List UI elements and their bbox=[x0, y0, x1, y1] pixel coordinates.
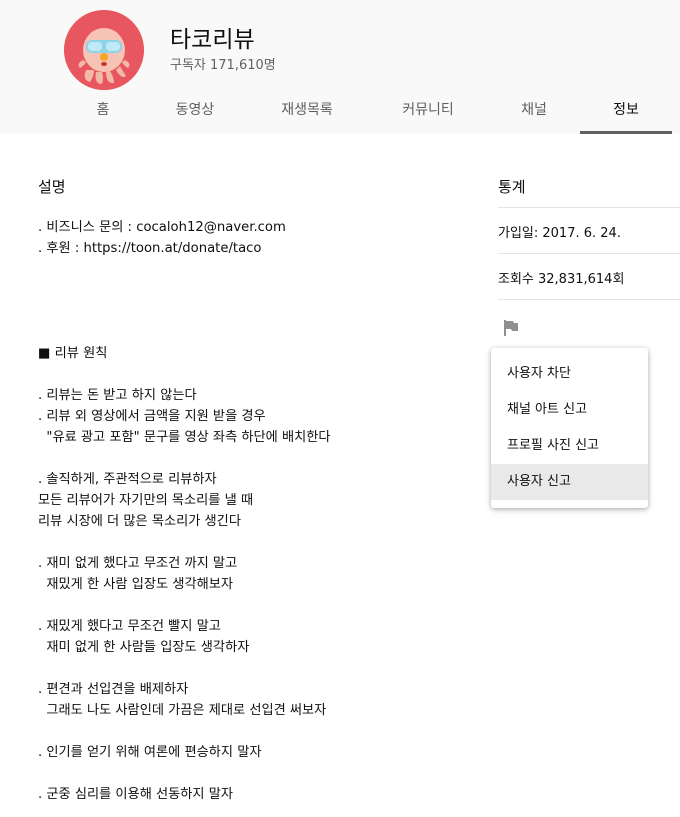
tab-videos[interactable]: 동영상 bbox=[136, 88, 254, 132]
stats-heading: 통계 bbox=[498, 178, 526, 196]
channel-header: 타코리뷰 구독자 171,610명 홈 동영상 재생목록 커뮤니티 채널 정보 bbox=[0, 0, 680, 134]
menu-item-report-channel-art[interactable]: 채널 아트 신고 bbox=[491, 392, 648, 428]
view-count: 조회수 32,831,614회 bbox=[498, 272, 625, 287]
description-heading: 설명 bbox=[38, 178, 66, 196]
flag-icon[interactable] bbox=[502, 319, 520, 337]
tab-playlists[interactable]: 재생목록 bbox=[248, 88, 366, 132]
channel-tabs: 홈 동영상 재생목록 커뮤니티 채널 정보 bbox=[44, 88, 680, 134]
tab-about[interactable]: 정보 bbox=[580, 88, 672, 134]
tab-community[interactable]: 커뮤니티 bbox=[369, 88, 487, 132]
report-menu: 사용자 차단 채널 아트 신고 프로필 사진 신고 사용자 신고 bbox=[491, 348, 648, 508]
channel-name: 타코리뷰 bbox=[170, 27, 255, 53]
menu-item-report-user[interactable]: 사용자 신고 bbox=[491, 464, 648, 500]
octopus-mascot-icon bbox=[64, 10, 144, 90]
stats-divider bbox=[498, 207, 680, 208]
menu-item-report-profile-picture[interactable]: 프로필 사진 신고 bbox=[491, 428, 648, 464]
tab-channels[interactable]: 채널 bbox=[475, 88, 593, 132]
channel-description: . 비즈니스 문의 : cocaloh12@naver.com . 후원 : h… bbox=[38, 220, 331, 802]
menu-item-block-user[interactable]: 사용자 차단 bbox=[491, 356, 648, 392]
joined-date: 가입일: 2017. 6. 24. bbox=[498, 226, 621, 241]
stats-divider bbox=[498, 253, 680, 254]
stats-divider bbox=[498, 299, 680, 300]
channel-avatar[interactable] bbox=[64, 10, 144, 90]
subscriber-count: 구독자 171,610명 bbox=[170, 58, 276, 73]
